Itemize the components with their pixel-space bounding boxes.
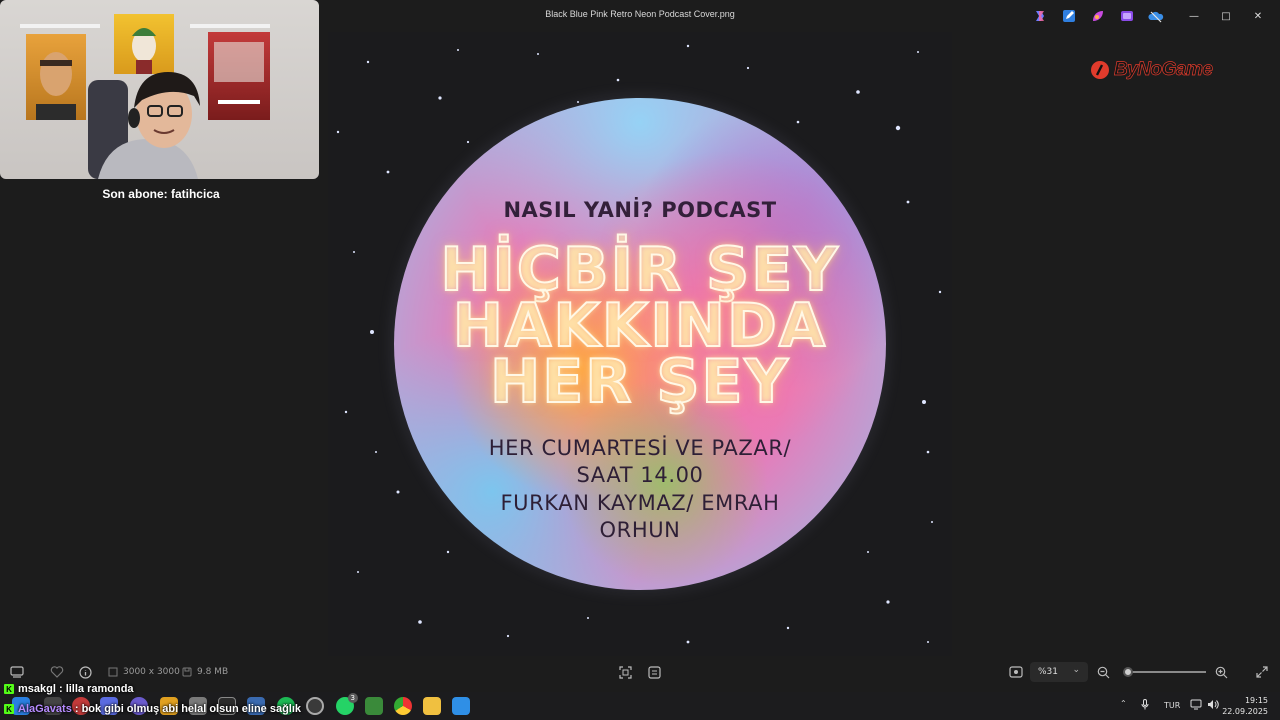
zoom-out-icon[interactable] <box>1097 664 1110 680</box>
brand-name: ByNoGame <box>1114 59 1214 81</box>
chat-username: AlaGavats <box>18 703 72 715</box>
whatsapp-badge: 3 <box>347 693 358 703</box>
image-canvas[interactable]: NASIL YANİ? PODCAST HİÇBİR ŞEY HAKKINDA … <box>328 32 952 656</box>
clock-date: 22.09.2025 <box>1222 707 1268 716</box>
podcast-name: NASIL YANİ? PODCAST <box>503 198 777 222</box>
schedule-line-2: SAAT 14.00 <box>576 463 704 487</box>
input-language[interactable]: TUR <box>1164 701 1180 710</box>
kick-icon: K <box>4 704 14 714</box>
minimize-button[interactable]: — <box>1180 6 1208 26</box>
app-icon[interactable] <box>365 697 383 715</box>
filmstrip-icon[interactable] <box>10 664 24 680</box>
close-button[interactable]: ✕ <box>1244 6 1272 26</box>
kick-icon: K <box>4 684 14 694</box>
system-clock[interactable]: 19:15 22.09.2025 <box>1222 695 1268 717</box>
chat-username: msakgl <box>18 683 56 695</box>
window-controls: — □ ✕ <box>1180 6 1272 26</box>
volume-icon[interactable] <box>1207 699 1219 712</box>
zoom-slider[interactable] <box>1123 667 1206 677</box>
poster-image <box>208 32 270 120</box>
shelf <box>190 24 270 28</box>
edit-icon[interactable] <box>1061 8 1077 24</box>
chevron-up-icon[interactable]: ⌃ <box>1120 699 1127 708</box>
chat-message: K AlaGavats : bok gibi olmuş abi helal o… <box>4 703 301 715</box>
zoom-level-value: %31 <box>1038 667 1059 677</box>
dimensions-value: 3000 x 3000 <box>123 667 180 677</box>
hosts-line-1: FURKAN KAYMAZ/ EMRAH <box>500 491 780 515</box>
headline-line-3: HER ŞEY <box>489 347 790 417</box>
streamer-image <box>78 60 208 179</box>
shelf <box>20 24 100 28</box>
photos-app-window: Black Blue Pink Retro Neon Podcast Cover… <box>0 0 1280 720</box>
titlebar-actions <box>1032 8 1164 24</box>
hosts-line-2: ORHUN <box>599 518 681 542</box>
network-icon[interactable] <box>1190 699 1202 712</box>
poster-image <box>26 34 86 120</box>
brand-logo: ByNoGame <box>1090 59 1214 81</box>
clock-time: 19:15 <box>1244 696 1268 705</box>
fit-to-window-icon[interactable] <box>619 664 632 680</box>
onedrive-icon[interactable] <box>1148 8 1164 24</box>
webcam-overlay <box>0 0 319 179</box>
maximize-button[interactable]: □ <box>1212 6 1240 26</box>
microphone-icon[interactable] <box>1141 699 1149 712</box>
whatsapp-icon[interactable]: 3 <box>336 693 358 715</box>
actual-size-icon[interactable] <box>1009 664 1023 680</box>
chevron-down-icon: ⌄ <box>1072 665 1080 675</box>
chrome-icon[interactable] <box>394 697 412 715</box>
chat-text: : lilla ramonda <box>55 683 134 695</box>
favorite-heart-icon[interactable] <box>50 664 64 680</box>
clipchamp-icon[interactable] <box>1119 8 1135 24</box>
file-explorer-icon[interactable] <box>423 697 441 715</box>
dimensions-icon <box>108 667 118 677</box>
chat-text: : bok gibi olmuş abi helal olsun eline s… <box>71 703 302 715</box>
image-dimensions: 3000 x 3000 <box>108 664 180 680</box>
file-size-icon <box>182 667 192 677</box>
obs-icon[interactable] <box>306 697 324 715</box>
fullscreen-icon[interactable] <box>1256 664 1268 680</box>
paint-icon[interactable] <box>1090 8 1106 24</box>
zoom-in-icon[interactable] <box>1215 664 1228 680</box>
file-size: 9.8 MB <box>182 664 228 680</box>
schedule-line-1: HER CUMARTESİ VE PAZAR/ <box>488 436 792 460</box>
last-subscriber-label: Son abone: fatihcica <box>102 187 220 201</box>
bottom-toolbar: 3000 x 3000 9.8 MB <box>0 659 1280 685</box>
photos-icon[interactable] <box>452 697 470 715</box>
copilot-icon[interactable] <box>1032 8 1048 24</box>
zoom-level-dropdown[interactable]: %31 ⌄ <box>1030 662 1088 682</box>
crop-icon[interactable] <box>648 664 661 680</box>
chat-message: K msakgl : lilla ramonda <box>4 683 134 695</box>
brand-mark-icon <box>1091 61 1109 79</box>
info-icon[interactable] <box>79 664 92 680</box>
file-size-value: 9.8 MB <box>197 667 229 677</box>
